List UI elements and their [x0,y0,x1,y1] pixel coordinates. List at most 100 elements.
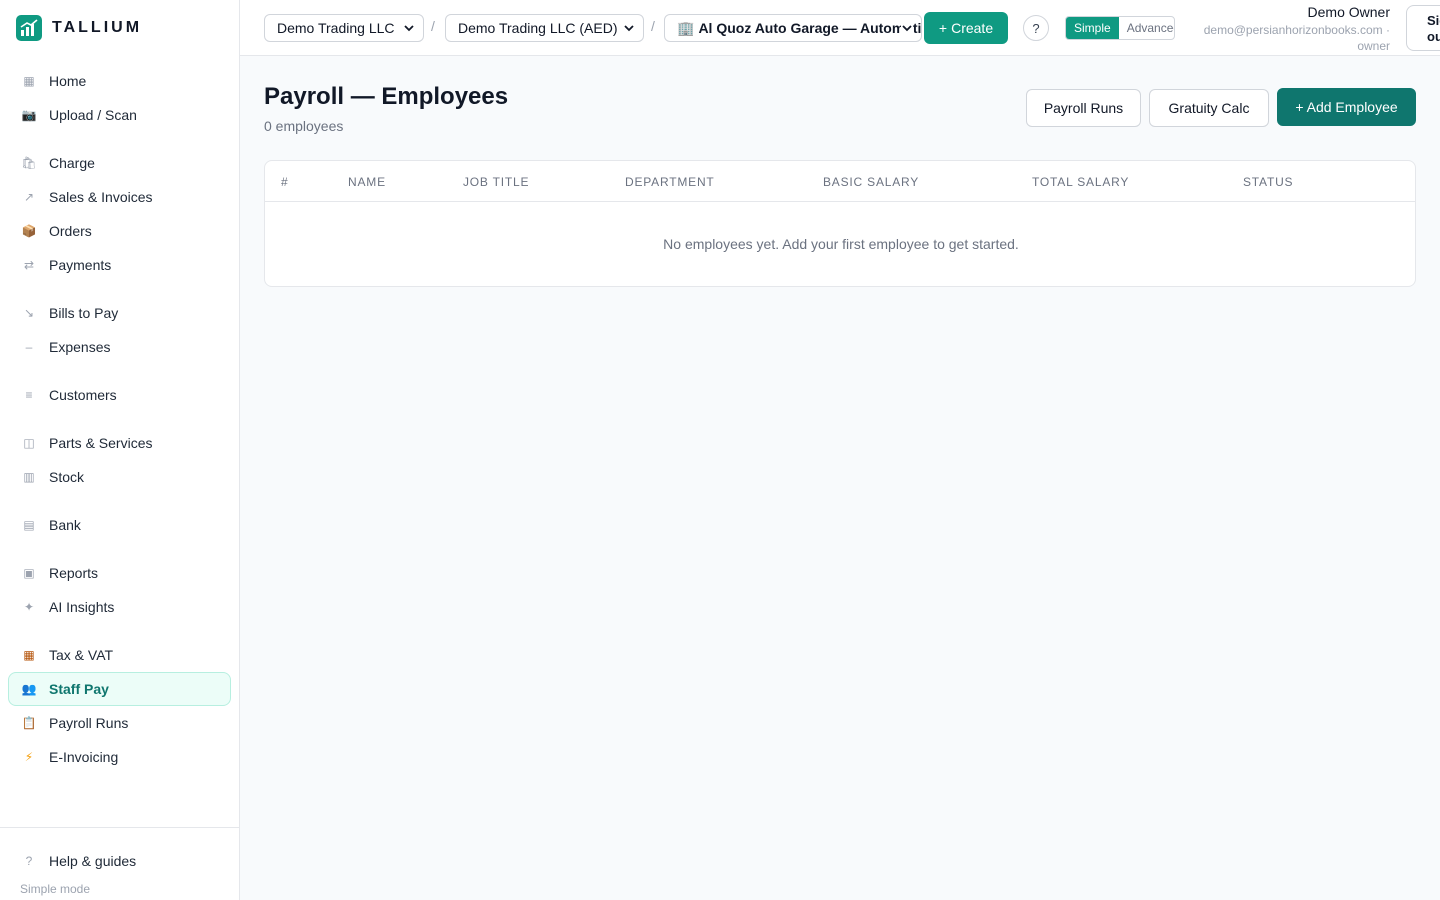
payroll-runs-button[interactable]: Payroll Runs [1026,89,1141,127]
camera-icon: 📷 [21,108,37,122]
sidebar-item-reports[interactable]: ▣ Reports [8,556,231,590]
sidebar-item-bank[interactable]: ▤ Bank [8,508,231,542]
clipboard-icon: 📋 [21,716,37,730]
create-button[interactable]: + Create [924,12,1008,44]
square-icon: ▣ [23,566,35,580]
branch-select[interactable]: 🏢 Al Quoz Auto Garage — Automotive [664,14,922,42]
gratuity-calc-button[interactable]: Gratuity Calc [1149,89,1269,127]
box-icon: ◫ [23,436,35,450]
table-header: # NAME JOB TITLE DEPARTMENT BASIC SALARY… [265,161,1415,202]
sidebar-item-label: Orders [49,223,92,239]
sidebar-item-home[interactable]: ▦ Home [8,64,231,98]
bank-icon: ▤ [23,518,35,532]
sidebar-item-payments[interactable]: ⇄ Payments [8,248,231,282]
column-header-job-title[interactable]: JOB TITLE [463,175,529,189]
chart-logo-icon [16,15,42,41]
user-email: demo@persianhorizonbooks.com · [1203,23,1390,37]
abacus-icon: ▦ [23,648,35,662]
breadcrumb-separator: / [431,18,435,34]
package-icon: 📦 [21,224,37,238]
user-info: Demo Owner demo@persianhorizonbooks.com … [1204,4,1390,54]
user-role: owner [1357,39,1390,53]
people-icon: 👥 [21,682,37,696]
sidebar-item-label: Expenses [49,339,111,355]
add-employee-button[interactable]: + Add Employee [1277,88,1416,126]
column-header-number[interactable]: # [281,175,288,189]
ledger-select-value: Demo Trading LLC (AED) [458,20,618,36]
sidebar-item-label: Stock [49,469,85,485]
sidebar-item-label: Payments [49,257,112,273]
sidebar-item-label: Charge [49,155,95,171]
arrow-up-right-icon: ↗ [23,190,35,204]
sidebar-item-tax-vat[interactable]: ▦ Tax & VAT [8,638,231,672]
company-select-value: Demo Trading LLC [277,20,395,36]
mode-indicator: Simple mode [20,882,91,896]
top-bar: Demo Trading LLC / Demo Trading LLC (AED… [240,0,1440,56]
sidebar-footer: ? Help & guides Simple mode [0,827,239,900]
mode-toggle: Simple Advanced [1065,16,1175,40]
sidebar-item-orders[interactable]: 📦 Orders [8,214,231,248]
sidebar-item-upload-scan[interactable]: 📷 Upload / Scan [8,98,231,132]
arrows-swap-icon: ⇄ [23,258,35,272]
sidebar-item-label: Reports [49,565,99,581]
sidebar-item-bills-to-pay[interactable]: ↘ Bills to Pay [8,296,231,330]
mode-simple-option[interactable]: Simple [1066,17,1119,39]
sidebar-item-sales-invoices[interactable]: ↗ Sales & Invoices [8,180,231,214]
help-guides-link[interactable]: ? Help & guides [8,844,231,878]
mode-advanced-option[interactable]: Advanced [1119,17,1174,39]
sidebar-item-label: Bills to Pay [49,305,119,321]
column-header-status[interactable]: STATUS [1243,175,1293,189]
sidebar-item-charge[interactable]: 🛍 Charge [8,146,231,180]
employee-count: 0 employees [264,118,344,134]
employees-table: # NAME JOB TITLE DEPARTMENT BASIC SALARY… [264,160,1416,287]
ledger-select[interactable]: Demo Trading LLC (AED) [445,14,644,42]
help-button[interactable]: ? [1023,15,1049,41]
user-name: Demo Owner [1307,4,1390,20]
chevron-down-icon [624,25,634,32]
sidebar-item-ai-insights[interactable]: ✦ AI Insights [8,590,231,624]
column-header-total-salary[interactable]: TOTAL SALARY [1032,175,1129,189]
list-icon: ≡ [25,388,33,402]
sign-out-label-line1: Sign [1427,13,1440,28]
sidebar-item-label: AI Insights [49,599,115,615]
lightning-icon: ⚡ [24,750,34,764]
sidebar-item-label: Customers [49,387,117,403]
sidebar-item-label: Sales & Invoices [49,189,153,205]
help-guides-label: Help & guides [49,853,137,869]
grid-icon: ▦ [23,74,35,88]
plus-icon: + [938,20,948,36]
app-logo[interactable]: TALLIUM [0,0,239,56]
sign-out-button[interactable]: Sign out [1406,5,1440,51]
sidebar-item-customers[interactable]: ≡ Customers [8,378,231,412]
create-label: Create [951,20,994,36]
company-select[interactable]: Demo Trading LLC [264,14,424,42]
sidebar-item-stock[interactable]: ▥ Stock [8,460,231,494]
arrow-down-right-icon: ↘ [23,306,35,320]
sidebar-item-label: Staff Pay [49,681,109,697]
column-header-name[interactable]: NAME [348,175,386,189]
column-header-basic-salary[interactable]: BASIC SALARY [823,175,919,189]
sidebar-nav: ▦ Home 📷 Upload / Scan 🛍 Charge ↗ Sales & In… [0,56,239,774]
building-icon: 🏢 [677,19,695,36]
minus-icon: – [25,340,33,354]
shopping-bag-icon: 🛍 [21,156,37,170]
sidebar-item-label: Bank [49,517,81,533]
chevron-down-icon [404,25,414,32]
sidebar-item-label: Parts & Services [49,435,153,451]
sparkle-icon: ✦ [23,600,35,614]
question-icon: ? [25,854,33,868]
chevron-down-icon [901,22,913,34]
branch-select-value: Al Quoz Auto Garage — Automotive [698,20,922,36]
column-header-department[interactable]: DEPARTMENT [625,175,715,189]
sidebar-item-staff-pay[interactable]: 👥 Staff Pay [8,672,231,706]
page-title: Payroll — Employees [264,83,509,110]
sidebar-item-label: Upload / Scan [49,107,137,123]
sidebar-item-expenses[interactable]: – Expenses [8,330,231,364]
sign-out-label-line2: out [1427,29,1440,44]
sidebar-item-e-invoicing[interactable]: ⚡ E-Invoicing [8,740,231,774]
sidebar-item-payroll-runs[interactable]: 📋 Payroll Runs [8,706,231,740]
sidebar-item-parts-services[interactable]: ◫ Parts & Services [8,426,231,460]
sidebar-item-label: E-Invoicing [49,749,119,765]
sidebar-item-label: Tax & VAT [49,647,114,663]
columns-icon: ▥ [23,470,35,484]
